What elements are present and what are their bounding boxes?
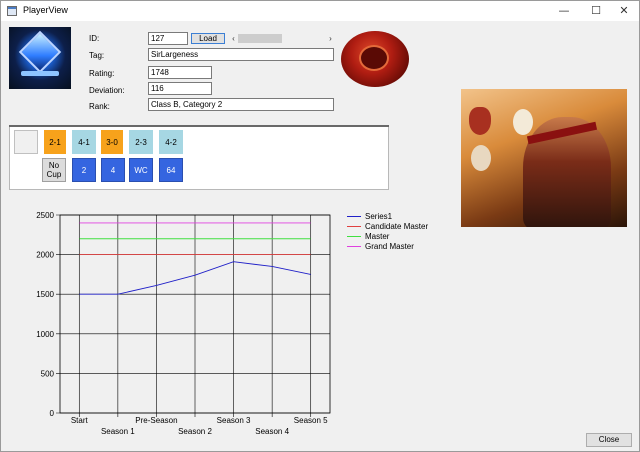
legend-swatch (347, 226, 361, 227)
cup-tile[interactable]: WC (129, 158, 153, 182)
badge-bar (21, 71, 59, 76)
cup-tile[interactable]: No Cup (42, 158, 66, 182)
y-tick-label: 1500 (36, 290, 54, 299)
tag-field[interactable]: SirLargeness (148, 48, 334, 61)
cup-tile[interactable]: 2 (72, 158, 96, 182)
rank-badge-image (9, 27, 71, 89)
player-view-window: PlayerView — ☐ ✕ ID: 127 Load ‹ › Tag: S… (0, 0, 640, 452)
legend-label: Grand Master (365, 242, 414, 251)
close-window-button[interactable]: ✕ (609, 1, 639, 21)
legend-swatch (347, 236, 361, 237)
maximize-button[interactable]: ☐ (581, 1, 611, 21)
scroll-right-arrow-icon[interactable]: › (326, 33, 335, 44)
id-label: ID: (89, 34, 100, 43)
x-tick-label: Start (71, 416, 89, 425)
y-tick-label: 2000 (36, 251, 54, 260)
results-panel: 2-1 4-1 3-0 2-3 4-2 No Cup 2 4 WC 64 (9, 125, 389, 190)
window-title: PlayerView (23, 5, 68, 15)
x-tick-label: Season 5 (294, 416, 328, 425)
emblem-center (359, 45, 389, 71)
horizontal-scrollbar[interactable]: ‹ › (229, 33, 335, 44)
rank-field[interactable]: Class B, Category 2 (148, 98, 334, 111)
rating-label: Rating: (89, 69, 115, 78)
x-tick-label: Pre-Season (135, 416, 177, 425)
scroll-left-arrow-icon[interactable]: ‹ (229, 33, 238, 44)
result-tile[interactable]: 4-2 (159, 130, 183, 154)
close-button[interactable]: Close (586, 433, 632, 447)
x-tick-label: Season 1 (101, 427, 135, 436)
x-tick-label: Season 4 (255, 427, 289, 436)
result-tile[interactable]: 3-0 (101, 130, 123, 154)
result-tile[interactable]: 4-1 (72, 130, 96, 154)
minimize-button[interactable]: — (549, 1, 579, 21)
legend-label: Series1 (365, 212, 393, 221)
white-mask-icon (471, 145, 491, 171)
legend-label: Master (365, 232, 390, 241)
scorpion-emblem-image (341, 31, 409, 87)
samurai-portrait-image (461, 89, 627, 227)
id-field[interactable]: 127 (148, 32, 188, 45)
title-bar: PlayerView — ☐ ✕ (1, 1, 639, 21)
load-button[interactable]: Load (191, 33, 225, 44)
x-tick-label: Season 2 (178, 427, 212, 436)
result-tile[interactable]: 2-1 (44, 130, 66, 154)
tag-label: Tag: (89, 51, 105, 60)
red-mask-icon (469, 107, 491, 135)
diamond-gem-icon (18, 30, 62, 74)
result-tile[interactable] (14, 130, 38, 154)
result-tile[interactable]: 2-3 (129, 130, 153, 154)
y-tick-label: 2500 (36, 211, 54, 220)
legend-swatch (347, 246, 361, 247)
cup-tile[interactable]: 4 (101, 158, 125, 182)
x-tick-label: Season 3 (217, 416, 251, 425)
deviation-label: Deviation: (89, 86, 125, 95)
app-icon (7, 6, 17, 16)
y-tick-label: 500 (41, 369, 55, 378)
white-mask-icon (513, 109, 533, 135)
y-tick-label: 0 (50, 409, 55, 418)
y-tick-label: 1000 (36, 330, 54, 339)
legend-swatch (347, 216, 361, 217)
rating-field[interactable]: 1748 (148, 66, 212, 79)
legend-label: Candidate Master (365, 222, 429, 231)
scroll-thumb[interactable] (238, 34, 282, 43)
rank-label: Rank: (89, 102, 110, 111)
deviation-field[interactable]: 116 (148, 82, 212, 95)
cup-tile[interactable]: 64 (159, 158, 183, 182)
